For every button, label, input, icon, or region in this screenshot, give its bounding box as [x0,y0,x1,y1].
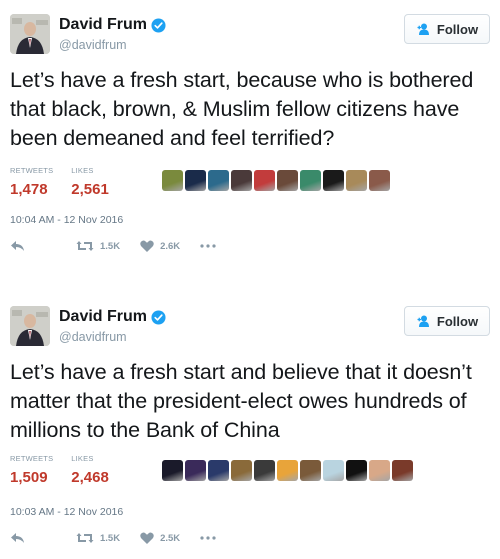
avatar[interactable] [10,306,50,346]
author-handle[interactable]: @davidfrum [59,330,127,344]
like-count: 2.6K [160,240,181,252]
like-count: 2.5K [160,532,181,544]
likes-count: 2,561 [71,181,109,198]
avatar[interactable] [10,14,50,54]
retweets-stat[interactable]: RETWEETS 1,509 [10,454,53,486]
liker-avatar[interactable] [323,170,344,191]
liker-avatars [162,460,413,481]
more-dots-icon [200,244,216,248]
retweets-stat[interactable]: RETWEETS 1,478 [10,166,53,198]
retweet-count: 1.5K [100,532,121,544]
follow-label: Follow [436,313,479,329]
tweet-text: Let’s have a fresh start, because who is… [10,68,474,150]
likes-stat[interactable]: LIKES 2,561 [71,166,109,198]
author-name[interactable]: David Frum [59,308,147,326]
liker-avatars [162,170,390,191]
like-button[interactable]: 2.6K [140,240,180,252]
follow-label: Follow [436,21,479,37]
retweets-count: 1,509 [10,469,48,486]
retweet-icon [76,241,94,251]
liker-avatar[interactable] [231,460,252,481]
liker-avatar[interactable] [208,460,229,481]
liker-avatar[interactable] [277,170,298,191]
retweet-count: 1.5K [100,240,121,252]
tweet-actions: 1.5K 2.6K [10,240,216,252]
tweet-timestamp[interactable]: 10:03 AM - 12 Nov 2016 [10,506,123,518]
liker-avatar[interactable] [369,460,390,481]
retweets-label: RETWEETS [10,454,54,463]
liker-avatar[interactable] [185,460,206,481]
author-name[interactable]: David Frum [59,16,147,34]
follow-person-icon [417,23,429,35]
tweet-stats: RETWEETS 1,509 LIKES 2,468 [10,454,127,486]
liker-avatar[interactable] [346,460,367,481]
tweet-card: David Frum @davidfrum Follow Let’s have … [0,292,500,559]
author-handle[interactable]: @davidfrum [59,38,127,52]
reply-button[interactable] [10,532,26,544]
tweet-stats: RETWEETS 1,478 LIKES 2,561 [10,166,127,198]
tweet-text: Let’s have a fresh start and believe tha… [10,360,472,442]
reply-icon [11,533,24,543]
liker-avatar[interactable] [277,460,298,481]
liker-avatar[interactable] [346,170,367,191]
liker-avatar[interactable] [162,170,183,191]
follow-button[interactable]: Follow [404,306,490,336]
liker-avatar[interactable] [300,170,321,191]
more-dots-icon [200,536,216,540]
liker-avatar[interactable] [208,170,229,191]
liker-avatar[interactable] [162,460,183,481]
follow-person-icon [417,315,429,327]
liker-avatar[interactable] [392,460,413,481]
liker-avatar[interactable] [254,170,275,191]
reply-button[interactable] [10,240,26,252]
verified-badge-icon [151,17,166,33]
liker-avatar[interactable] [369,170,390,191]
more-button[interactable] [200,244,216,248]
liker-avatar[interactable] [323,460,344,481]
likes-count: 2,468 [71,469,109,486]
retweet-icon [76,533,94,543]
likes-label: LIKES [71,454,94,463]
liker-avatar[interactable] [254,460,275,481]
more-button[interactable] [200,536,216,540]
heart-icon [140,532,154,544]
heart-icon [140,240,154,252]
like-button[interactable]: 2.5K [140,532,180,544]
retweets-count: 1,478 [10,181,48,198]
reply-icon [11,241,24,251]
liker-avatar[interactable] [231,170,252,191]
verified-badge-icon [151,309,166,325]
tweet-actions: 1.5K 2.5K [10,532,216,544]
retweet-button[interactable]: 1.5K [76,240,120,252]
retweets-label: RETWEETS [10,166,54,175]
liker-avatar[interactable] [185,170,206,191]
tweet-timestamp[interactable]: 10:04 AM - 12 Nov 2016 [10,214,123,226]
follow-button[interactable]: Follow [404,14,490,44]
tweet-card: David Frum @davidfrum Follow Let’s have … [0,0,500,280]
liker-avatar[interactable] [300,460,321,481]
likes-stat[interactable]: LIKES 2,468 [71,454,109,486]
retweet-button[interactable]: 1.5K [76,532,120,544]
likes-label: LIKES [71,166,94,175]
